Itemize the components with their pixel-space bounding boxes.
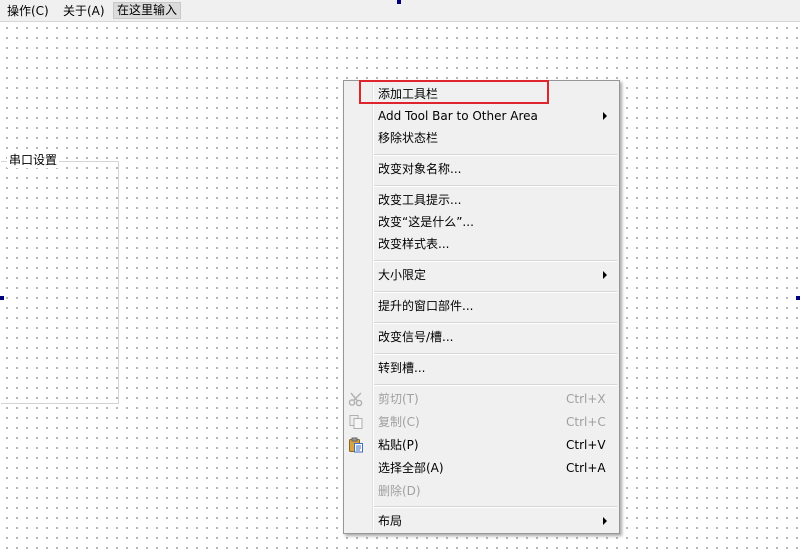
menu-item-delete[interactable]: 删除(D) <box>344 480 619 502</box>
menu-item-label: 选择全部(A) <box>378 461 444 475</box>
scissors-icon <box>348 391 364 407</box>
resize-handle-top[interactable] <box>397 0 401 4</box>
submenu-arrow-icon <box>603 517 607 525</box>
menu-item-label: 改变样式表... <box>378 237 450 251</box>
highlight-annotation-box <box>359 80 549 104</box>
menu-item-label: 布局 <box>378 514 403 528</box>
menu-operate[interactable]: 操作(C) <box>4 3 52 19</box>
groupbox-title: 串口设置 <box>7 152 60 168</box>
menu-item-label: 提升的窗口部件... <box>378 299 474 313</box>
menu-item-layout[interactable]: 布局 <box>344 510 619 532</box>
menu-item-shortcut: Ctrl+V <box>566 438 606 452</box>
menu-item-label: 转到槽... <box>378 361 426 375</box>
menu-item-remove-statusbar[interactable]: 移除状态栏 <box>344 127 619 149</box>
menu-item-size-constraints[interactable]: 大小限定 <box>344 264 619 286</box>
menu-item-label: 改变工具提示... <box>378 193 462 207</box>
menu-type-here-input[interactable]: 在这里输入 <box>113 2 182 19</box>
menu-separator <box>374 506 617 508</box>
menu-item-cut[interactable]: 剪切(T) Ctrl+X <box>344 388 619 410</box>
menu-item-label: 改变信号/槽... <box>378 330 454 344</box>
serial-settings-groupbox[interactable] <box>1 161 119 404</box>
menu-item-select-all[interactable]: 选择全部(A) Ctrl+A <box>344 457 619 479</box>
menu-item-label: 改变对象名称... <box>378 162 462 176</box>
menu-item-label: 复制(C) <box>378 415 420 429</box>
paste-icon <box>348 437 364 453</box>
menu-about[interactable]: 关于(A) <box>60 3 108 19</box>
menu-separator <box>374 384 617 386</box>
context-menu: 添加工具栏 Add Tool Bar to Other Area 移除状态栏 改… <box>343 80 620 534</box>
menu-item-label: 粘贴(P) <box>378 438 419 452</box>
menu-item-label: 删除(D) <box>378 484 421 498</box>
menu-item-shortcut: Ctrl+C <box>566 415 606 429</box>
menu-item-label: 剪切(T) <box>378 392 419 406</box>
menu-separator <box>374 154 617 156</box>
menu-item-label: 大小限定 <box>378 268 427 282</box>
menu-separator <box>374 260 617 262</box>
menu-item-change-stylesheet[interactable]: 改变样式表... <box>344 233 619 255</box>
menu-item-paste[interactable]: 粘贴(P) Ctrl+V <box>344 434 619 456</box>
menu-item-change-signals-slots[interactable]: 改变信号/槽... <box>344 326 619 348</box>
menu-item-change-tooltip[interactable]: 改变工具提示... <box>344 189 619 211</box>
menu-item-shortcut: Ctrl+A <box>566 461 606 475</box>
resize-handle-right[interactable] <box>796 296 800 300</box>
menu-item-label: 移除状态栏 <box>378 131 439 145</box>
menu-item-promoted-widgets[interactable]: 提升的窗口部件... <box>344 295 619 317</box>
menu-item-label: Add Tool Bar to Other Area <box>378 109 538 123</box>
menu-item-go-to-slot[interactable]: 转到槽... <box>344 357 619 379</box>
menu-item-copy[interactable]: 复制(C) Ctrl+C <box>344 411 619 433</box>
submenu-arrow-icon <box>603 112 607 120</box>
menu-item-add-toolbar-other-area[interactable]: Add Tool Bar to Other Area <box>344 105 619 127</box>
menu-separator <box>374 185 617 187</box>
menu-item-shortcut: Ctrl+X <box>566 392 606 406</box>
menu-separator <box>374 353 617 355</box>
submenu-arrow-icon <box>603 271 607 279</box>
menu-item-label: 改变“这是什么”... <box>378 215 474 229</box>
menu-item-change-whats-this[interactable]: 改变“这是什么”... <box>344 211 619 233</box>
menu-item-change-object-name[interactable]: 改变对象名称... <box>344 158 619 180</box>
menu-separator <box>374 322 617 324</box>
copy-icon <box>348 414 364 430</box>
menu-separator <box>374 291 617 293</box>
